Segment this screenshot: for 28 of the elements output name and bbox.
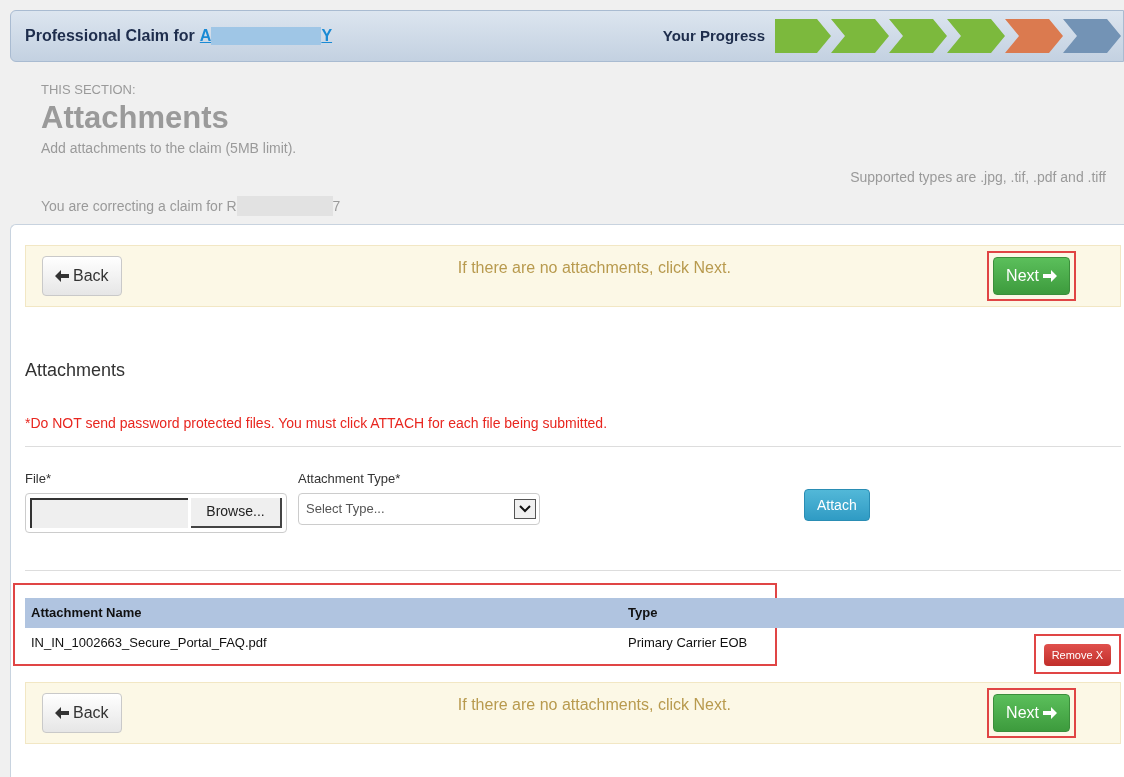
correcting-claim-text: You are correcting a claim for R 7 [41,195,342,217]
table-cell-text: IN_IN_1002663_Secure_Portal_FAQ.pdf [31,634,268,653]
attachment-type-label: Attachment Type* [298,470,402,488]
section-eyebrow: THIS SECTION: [41,81,137,99]
no-attachments-message: If there are no attachments, click Next. [457,258,731,278]
warning-text: *Do NOT send password protected files. You must click ATTACH for each file being submitted. [25,414,609,433]
back-button[interactable]: Back [42,693,122,733]
arrow-left-icon [55,270,69,282]
attachment-type-select[interactable]: Select Type... [298,492,540,525]
arrow-right-icon [1043,707,1057,719]
no-attachments-message: If there are no attachments, click Next. [457,695,731,715]
attachments-heading: Attachments [25,359,127,382]
arrow-right-icon [1043,270,1057,282]
claim-title: Professional Claim for [25,26,195,46]
table-cell-text: Primary Carrier EOB [628,634,748,653]
remove-button[interactable]: Remove X [1043,644,1111,666]
browse-button[interactable]: Browse... [191,497,282,528]
dropdown-chevron-icon [514,498,536,519]
arrow-left-icon [55,707,69,719]
progress-label: Your Progress [662,25,765,46]
column-header: Type [628,604,658,623]
file-input[interactable]: Browse... [25,492,287,533]
file-label: File* [25,470,52,488]
section-description: Add attachments to the claim (5MB limit). [41,138,298,158]
supported-types-text: Supported types are .jpg, .tif, .pdf and .tiff [849,167,1107,187]
section-title: Attachments [41,99,230,136]
column-header: Attachment Name [31,604,143,623]
back-button[interactable]: Back [42,256,122,296]
